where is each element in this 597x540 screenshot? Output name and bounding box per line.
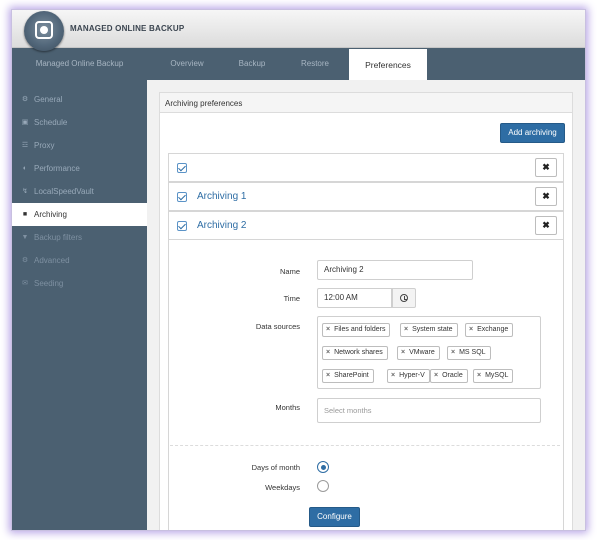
- remove-tag-icon: ×: [451, 349, 456, 356]
- sidebar-item-label: Advanced: [34, 256, 70, 265]
- calendar-icon: ▣: [21, 119, 29, 126]
- close-icon: ✖: [542, 162, 550, 172]
- data-source-tag[interactable]: × Network shares: [322, 346, 388, 360]
- tab-backup[interactable]: Backup: [227, 48, 277, 80]
- dashboard-icon: ◐: [22, 165, 28, 172]
- days-of-month-radio[interactable]: [317, 461, 329, 473]
- remove-tag-icon: ×: [326, 372, 331, 379]
- tab-restore[interactable]: Restore: [287, 48, 343, 80]
- panel-title: Archiving preferences: [165, 99, 243, 108]
- months-select[interactable]: Select months: [317, 398, 541, 423]
- remove-tag-icon: ×: [404, 326, 409, 333]
- gears-icon: ⚙: [21, 257, 29, 264]
- row-checkbox[interactable]: [177, 192, 187, 202]
- data-source-tag[interactable]: × Oracle: [430, 369, 468, 383]
- remove-tag-icon: ×: [477, 372, 482, 379]
- data-source-tag[interactable]: × Hyper-V: [387, 369, 430, 383]
- tab-overview[interactable]: Overview: [157, 48, 217, 80]
- sidebar-item-backup-filters[interactable]: ▼ Backup filters: [12, 226, 147, 249]
- sidebar: ⚙ General ▣ Schedule ☲ Proxy ◐ Performan…: [12, 80, 147, 530]
- time-input[interactable]: 12:00 AM: [317, 288, 392, 308]
- delete-archiving-button[interactable]: ✖: [535, 158, 557, 177]
- days-of-month-label: Days of month: [251, 463, 300, 472]
- sidebar-item-label: Archiving: [34, 210, 67, 219]
- weekdays-label: Weekdays: [265, 483, 300, 492]
- data-source-tag[interactable]: × MySQL: [473, 369, 514, 383]
- top-navigation: Managed Online Backup Overview Backup Re…: [12, 48, 585, 80]
- remove-tag-icon: ×: [391, 372, 396, 379]
- envelope-icon: ✉: [22, 280, 28, 287]
- delete-archiving-button[interactable]: ✖: [535, 216, 557, 235]
- app-window: MANAGED ONLINE BACKUP Managed Online Bac…: [12, 10, 585, 530]
- section-divider: [170, 445, 560, 446]
- sitemap-icon: ☲: [21, 142, 29, 149]
- tab-preferences[interactable]: Preferences: [349, 49, 427, 80]
- weekdays-radio[interactable]: [317, 480, 329, 492]
- filter-icon: ▼: [21, 234, 29, 241]
- archiving-row-name[interactable]: Archiving 1: [197, 191, 246, 202]
- remove-tag-icon: ×: [401, 349, 406, 356]
- panel-header: Archiving preferences: [160, 93, 572, 113]
- title-bar: MANAGED ONLINE BACKUP: [12, 10, 585, 51]
- sidebar-item-general[interactable]: ⚙ General: [12, 88, 147, 111]
- data-source-tag[interactable]: × System state: [400, 323, 458, 337]
- data-sources-label: Data sources: [255, 322, 300, 331]
- time-label: Time: [283, 294, 300, 303]
- data-source-tag[interactable]: × SharePoint: [322, 369, 374, 383]
- remove-tag-icon: ×: [326, 349, 331, 356]
- data-source-tag[interactable]: × Files and folders: [322, 323, 391, 337]
- sidebar-item-label: Backup filters: [34, 233, 83, 242]
- sidebar-item-label: LocalSpeedVault: [34, 187, 94, 196]
- sidebar-item-schedule[interactable]: ▣ Schedule: [12, 111, 147, 134]
- folder-icon: ■: [22, 211, 28, 218]
- data-source-tag[interactable]: × VMware: [397, 346, 440, 360]
- gear-icon: ⚙: [21, 96, 29, 103]
- main-content: Archiving preferences Add archiving ✖ Ar…: [147, 80, 585, 530]
- archiving-row: ✖: [168, 153, 564, 182]
- sidebar-item-archiving[interactable]: ■ Archiving: [12, 203, 147, 226]
- row-checkbox[interactable]: [177, 221, 187, 231]
- sidebar-item-label: Seeding: [34, 279, 64, 288]
- data-sources-select[interactable]: × Files and folders × System state × Exchan…: [317, 316, 541, 389]
- sidebar-item-performance[interactable]: ◐ Performance: [12, 157, 147, 180]
- add-archiving-button[interactable]: Add archiving: [500, 123, 565, 143]
- name-label: Name: [279, 267, 300, 276]
- archiving-row: Archiving 2 ✖: [168, 211, 564, 240]
- sidebar-item-label: General: [34, 95, 63, 104]
- remove-tag-icon: ×: [469, 326, 474, 333]
- name-input[interactable]: Archiving 2: [317, 260, 473, 280]
- app-title: MANAGED ONLINE BACKUP: [70, 24, 185, 33]
- tab-managed-online-backup[interactable]: Managed Online Backup: [12, 48, 147, 80]
- time-picker-button[interactable]: [392, 288, 416, 308]
- archiving-row-name[interactable]: Archiving 2: [197, 220, 246, 231]
- delete-archiving-button[interactable]: ✖: [535, 187, 557, 206]
- sidebar-item-localspeedvault[interactable]: ↯ LocalSpeedVault: [12, 180, 147, 203]
- archiving-row: Archiving 1 ✖: [168, 182, 564, 211]
- sidebar-item-seeding[interactable]: ✉ Seeding: [12, 272, 147, 295]
- close-icon: ✖: [542, 220, 550, 230]
- months-label: Months: [275, 403, 300, 412]
- configure-button[interactable]: Configure: [309, 507, 360, 527]
- sidebar-item-advanced[interactable]: ⚙ Advanced: [12, 249, 147, 272]
- remove-tag-icon: ×: [326, 326, 331, 333]
- app-logo-icon: [24, 11, 64, 51]
- row-checkbox[interactable]: [177, 163, 187, 173]
- data-source-tag[interactable]: × Exchange: [465, 323, 514, 337]
- close-icon: ✖: [542, 191, 550, 201]
- sidebar-item-label: Performance: [34, 164, 80, 173]
- sidebar-item-label: Proxy: [34, 141, 55, 150]
- remove-tag-icon: ×: [434, 372, 439, 379]
- clock-icon: [400, 294, 408, 302]
- bolt-icon: ↯: [22, 188, 28, 195]
- sidebar-item-label: Schedule: [34, 118, 68, 127]
- sidebar-item-proxy[interactable]: ☲ Proxy: [12, 134, 147, 157]
- data-source-tag[interactable]: × MS SQL: [447, 346, 491, 360]
